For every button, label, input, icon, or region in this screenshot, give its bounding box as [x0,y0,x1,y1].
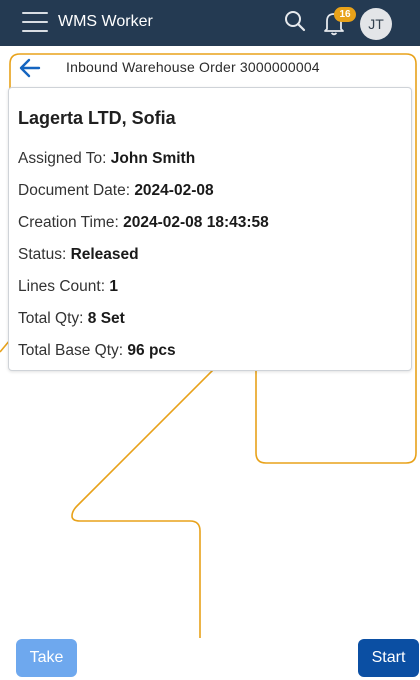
field-lines-count: Lines Count: 1 [18,278,118,296]
field-label: Total Base Qty: [18,342,128,359]
field-value: 2024-02-08 [134,182,214,199]
field-document-date: Document Date: 2024-02-08 [18,182,214,200]
avatar[interactable]: JT [360,8,392,40]
field-status: Status: Released [18,246,139,264]
customer-name: Lagerta LTD, Sofia [18,108,176,128]
field-label: Lines Count: [18,278,110,295]
app-title: WMS Worker [58,13,153,30]
search-icon[interactable] [284,10,306,32]
field-value: 1 [109,278,118,295]
app-header: WMS Worker 16 JT [0,0,420,46]
field-total-qty: Total Qty: 8 Set [18,310,125,328]
hamburger-menu-icon[interactable] [22,12,48,32]
field-value: 8 Set [87,310,125,327]
field-label: Total Qty: [18,310,88,327]
page-title: Inbound Warehouse Order 3000000004 [66,59,320,75]
field-creation-time: Creation Time: 2024-02-08 18:43:58 [18,214,269,232]
take-button[interactable]: Take [16,639,77,677]
field-value: 2024-02-08 18:43:58 [123,214,269,231]
back-arrow-icon[interactable] [18,57,42,79]
field-total-base-qty: Total Base Qty: 96 pcs [18,342,176,360]
field-label: Assigned To: [18,150,111,167]
field-label: Creation Time: [18,214,124,231]
order-details-card: Lagerta LTD, Sofia Assigned To: John Smi… [8,87,412,371]
field-label: Status: [18,246,71,263]
field-value: John Smith [110,150,196,167]
field-label: Document Date: [18,182,135,199]
start-button[interactable]: Start [358,639,419,677]
field-value: Released [70,246,139,263]
field-assigned-to: Assigned To: John Smith [18,150,195,168]
notification-badge: 16 [334,7,356,22]
field-value: 96 pcs [127,342,176,359]
